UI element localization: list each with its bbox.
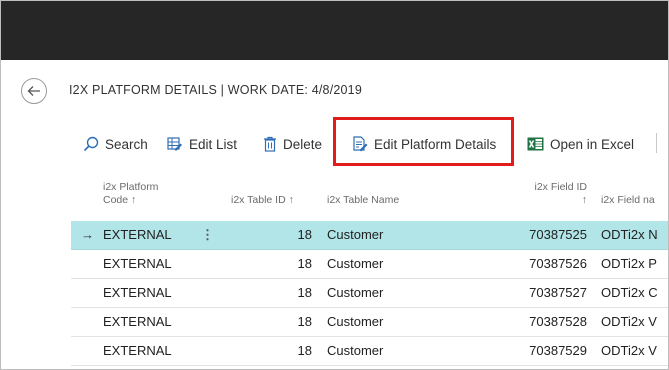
- back-arrow-icon: [27, 86, 40, 96]
- current-row-arrow-icon: →: [81, 227, 94, 242]
- column-header-field-id-line2: ↑: [581, 194, 587, 206]
- cell-table-id[interactable]: 18: [246, 250, 312, 278]
- edit-list-icon: [167, 137, 182, 151]
- delete-button[interactable]: Delete: [263, 127, 322, 161]
- table-row[interactable]: → EXTERNAL ⋮ 18 Customer 70387525 ODTi2x…: [71, 221, 668, 250]
- cell-platform-code[interactable]: EXTERNAL: [103, 279, 193, 307]
- cell-table-name[interactable]: Customer: [327, 308, 447, 336]
- cell-field-id[interactable]: 70387527: [507, 279, 587, 307]
- edit-list-label: Edit List: [189, 136, 238, 152]
- delete-label: Delete: [283, 136, 323, 152]
- column-header-platform-code-line1: i2x Platform: [103, 181, 159, 193]
- row-menu-icon[interactable]: ⋮: [201, 221, 211, 249]
- cell-table-name[interactable]: Customer: [327, 221, 447, 249]
- cell-table-id[interactable]: 18: [246, 308, 312, 336]
- table-row[interactable]: EXTERNAL 18 Customer 70387527 ODTi2x C: [71, 279, 668, 308]
- search-icon: [83, 136, 99, 152]
- excel-icon: [527, 137, 544, 151]
- column-header-table-name[interactable]: i2x Table Name: [327, 194, 399, 207]
- cell-platform-code[interactable]: EXTERNAL: [103, 221, 193, 249]
- back-button[interactable]: [21, 78, 47, 104]
- cell-field-name[interactable]: ODTi2x P: [601, 250, 668, 278]
- open-in-excel-label: Open in Excel: [550, 136, 635, 152]
- cell-field-id[interactable]: 70387526: [507, 250, 587, 278]
- column-header-field-id[interactable]: i2x Field ID ↑: [501, 181, 587, 207]
- cell-table-name[interactable]: Customer: [327, 337, 447, 365]
- cell-table-name[interactable]: Customer: [327, 279, 447, 307]
- cell-platform-code[interactable]: EXTERNAL: [103, 250, 193, 278]
- cell-table-id[interactable]: 18: [246, 337, 312, 365]
- column-header-platform-code-line2: Code ↑: [103, 194, 137, 206]
- cell-table-id[interactable]: 18: [246, 279, 312, 307]
- cell-field-name[interactable]: ODTi2x V: [601, 308, 668, 336]
- edit-list-button[interactable]: Edit List: [167, 127, 237, 161]
- table-row[interactable]: EXTERNAL 18 Customer 70387526 ODTi2x P: [71, 250, 668, 279]
- trash-icon: [264, 136, 276, 152]
- column-header-table-id[interactable]: i2x Table ID ↑: [231, 194, 294, 207]
- cell-field-id[interactable]: 70387525: [507, 221, 587, 249]
- cell-platform-code[interactable]: EXTERNAL: [103, 308, 193, 336]
- search-label: Search: [105, 136, 148, 152]
- table-row[interactable]: EXTERNAL 18 Customer 70387529 ODTi2x V: [71, 337, 668, 366]
- cell-field-id[interactable]: 70387529: [507, 337, 587, 365]
- cell-field-id[interactable]: 70387528: [507, 308, 587, 336]
- highlight-box: [333, 117, 514, 166]
- open-in-excel-button[interactable]: Open in Excel: [527, 127, 634, 161]
- cell-table-name[interactable]: Customer: [327, 250, 447, 278]
- page-title: I2X PLATFORM DETAILS | WORK DATE: 4/8/20…: [69, 83, 362, 97]
- top-app-bar: [1, 1, 668, 60]
- table-row[interactable]: EXTERNAL 18 Customer 70387528 ODTi2x V: [71, 308, 668, 337]
- cell-table-id[interactable]: 18: [246, 221, 312, 249]
- column-header-field-id-line1: i2x Field ID: [534, 181, 587, 193]
- cell-field-name[interactable]: ODTi2x N: [601, 221, 668, 249]
- cell-field-name[interactable]: ODTi2x V: [601, 337, 668, 365]
- column-header-field-name[interactable]: i2x Field na: [601, 194, 655, 207]
- column-header-platform-code[interactable]: i2x Platform Code ↑: [103, 181, 158, 207]
- search-button[interactable]: Search: [83, 127, 148, 161]
- action-bar-divider: [656, 133, 657, 153]
- cell-platform-code[interactable]: EXTERNAL: [103, 337, 193, 365]
- app-window: I2X PLATFORM DETAILS | WORK DATE: 4/8/20…: [0, 0, 669, 370]
- cell-field-name[interactable]: ODTi2x C: [601, 279, 668, 307]
